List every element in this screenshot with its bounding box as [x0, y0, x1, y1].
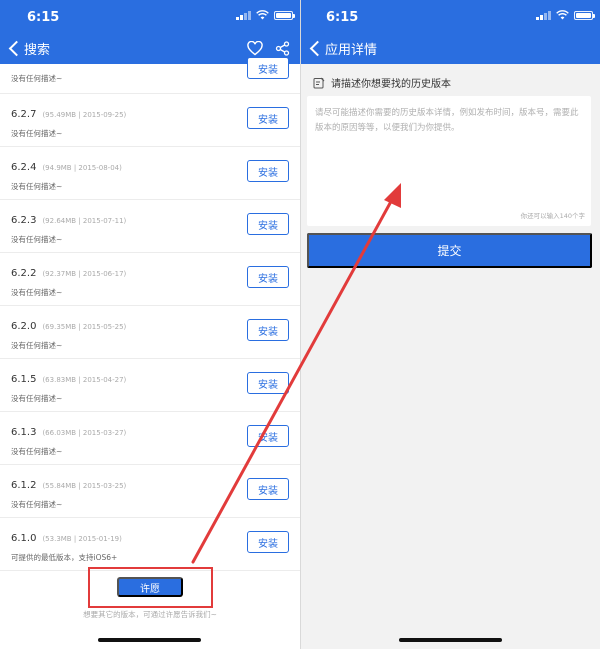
install-button[interactable]: 安装	[247, 478, 289, 500]
version-meta: (63.83MB | 2015-04-27)	[42, 376, 127, 384]
version-line: 6.1.5 (63.83MB | 2015-04-27)	[11, 374, 126, 385]
version-meta: (66.03MB | 2015-03-27)	[42, 429, 127, 437]
edit-note-icon	[313, 77, 325, 88]
status-icons	[536, 10, 595, 20]
nav-back-label[interactable]: 应用详情	[325, 39, 377, 58]
version-line: 6.1.3 (66.03MB | 2015-03-27)	[11, 427, 126, 438]
version-desc: 没有任何描述~	[11, 500, 63, 509]
version-list-screen: 6:15 搜索 没有任何描述~ 安装 6.2.7 (95.49MB | 2015-…	[0, 0, 300, 649]
version-row: 6.1.2 (55.84MB | 2015-03-25) 没有任何描述~ 安装	[0, 465, 300, 518]
footer-hint: 想要其它的版本，可通过许愿告诉我们~	[83, 610, 217, 619]
version-line: 6.2.7 (95.49MB | 2015-09-25)	[11, 109, 126, 120]
nav-bar: 应用详情	[301, 36, 600, 60]
wifi-icon	[256, 10, 269, 20]
version-line: 6.2.4 (94.9MB | 2015-08-04)	[11, 162, 122, 173]
back-chevron-icon[interactable]	[307, 40, 323, 56]
describe-label: 请描述你想要找的历史版本	[331, 79, 451, 90]
install-button[interactable]: 安装	[247, 319, 289, 341]
textarea-placeholder: 请尽可能描述你需要的历史版本详情，例如发布时间，版本号，需要此版本的原因等等，以…	[315, 108, 579, 133]
wish-button[interactable]: 许愿	[117, 577, 183, 597]
status-time: 6:15	[27, 10, 60, 25]
version-number: 6.2.4	[11, 162, 37, 173]
home-indicator	[399, 638, 502, 642]
back-chevron-icon[interactable]	[6, 40, 22, 56]
heart-icon[interactable]	[247, 40, 263, 56]
wifi-icon	[556, 10, 569, 20]
version-meta: (92.64MB | 2015-07-11)	[42, 217, 127, 225]
version-desc: 没有任何描述~	[11, 394, 63, 403]
version-line: 6.1.0 (53.3MB | 2015-01-19)	[11, 533, 122, 544]
version-desc: 没有任何描述~	[11, 447, 63, 456]
signal-icon	[236, 10, 251, 20]
describe-label-row: 请描述你想要找的历史版本	[313, 75, 451, 90]
description-textarea[interactable]: 请尽可能描述你需要的历史版本详情，例如发布时间，版本号，需要此版本的原因等等，以…	[307, 96, 591, 226]
version-number: 6.2.7	[11, 109, 37, 120]
share-icon[interactable]	[275, 40, 290, 56]
version-meta: (94.9MB | 2015-08-04)	[42, 164, 122, 172]
version-meta: (53.3MB | 2015-01-19)	[42, 535, 122, 543]
version-row: 6.2.7 (95.49MB | 2015-09-25) 没有任何描述~ 安装	[0, 94, 300, 147]
submit-button[interactable]: 提交	[307, 233, 592, 268]
version-list: 没有任何描述~ 安装 6.2.7 (95.49MB | 2015-09-25) 没有…	[0, 57, 300, 571]
top-bar: 6:15 搜索	[0, 0, 300, 64]
wish-form-screen: 6:15 应用详情 请描述你想要找的历史版本 请尽可能描述你需要的历史版本详情，…	[301, 0, 600, 649]
version-number: 6.1.2	[11, 480, 37, 491]
version-desc: 没有任何描述~	[11, 235, 63, 244]
version-row: 6.2.4 (94.9MB | 2015-08-04) 没有任何描述~ 安装	[0, 147, 300, 200]
version-desc: 没有任何描述~	[11, 341, 63, 350]
status-time: 6:15	[326, 10, 359, 25]
install-button[interactable]: 安装	[247, 213, 289, 235]
version-desc: 没有任何描述~	[11, 129, 63, 138]
battery-icon	[574, 10, 595, 20]
battery-icon	[274, 10, 295, 20]
version-number: 6.2.2	[11, 268, 37, 279]
install-button[interactable]: 安装	[247, 160, 289, 182]
version-desc: 没有任何描述~	[11, 288, 63, 297]
version-number: 6.1.5	[11, 374, 37, 385]
nav-back-label[interactable]: 搜索	[24, 39, 50, 58]
version-row: 6.1.3 (66.03MB | 2015-03-27) 没有任何描述~ 安装	[0, 412, 300, 465]
version-row-partial: 没有任何描述~ 安装	[0, 57, 300, 94]
install-button[interactable]: 安装	[247, 266, 289, 288]
version-line: 6.1.2 (55.84MB | 2015-03-25)	[11, 480, 126, 491]
version-line: 6.2.3 (92.64MB | 2015-07-11)	[11, 215, 126, 226]
version-row: 6.2.3 (92.64MB | 2015-07-11) 没有任何描述~ 安装	[0, 200, 300, 253]
version-line: 6.2.0 (69.35MB | 2015-05-25)	[11, 321, 126, 332]
version-line: 6.2.2 (92.37MB | 2015-06-17)	[11, 268, 126, 279]
signal-icon	[536, 10, 551, 20]
install-button[interactable]: 安装	[247, 531, 289, 553]
status-icons	[236, 10, 295, 20]
version-meta: (92.37MB | 2015-06-17)	[42, 270, 127, 278]
top-bar: 6:15 应用详情	[301, 0, 600, 64]
version-meta: (55.84MB | 2015-03-25)	[42, 482, 127, 490]
version-desc: 可提供的最低版本，支持iOS6+	[11, 553, 118, 562]
install-button[interactable]: 安装	[247, 107, 289, 129]
version-desc: 没有任何描述~	[11, 74, 63, 83]
home-indicator	[98, 638, 201, 642]
version-desc: 没有任何描述~	[11, 182, 63, 191]
version-number: 6.2.3	[11, 215, 37, 226]
version-number: 6.1.3	[11, 427, 37, 438]
version-number: 6.1.0	[11, 533, 37, 544]
install-button[interactable]: 安装	[247, 372, 289, 394]
version-number: 6.2.0	[11, 321, 37, 332]
version-row: 6.2.0 (69.35MB | 2015-05-25) 没有任何描述~ 安装	[0, 306, 300, 359]
version-row: 6.1.0 (53.3MB | 2015-01-19) 可提供的最低版本，支持iOS…	[0, 518, 300, 571]
version-row: 6.1.5 (63.83MB | 2015-04-27) 没有任何描述~ 安装	[0, 359, 300, 412]
install-button[interactable]: 安装	[247, 57, 289, 79]
install-button[interactable]: 安装	[247, 425, 289, 447]
version-row: 6.2.2 (92.37MB | 2015-06-17) 没有任何描述~ 安装	[0, 253, 300, 306]
char-counter: 你还可以输入140个字	[520, 212, 585, 220]
version-meta: (95.49MB | 2015-09-25)	[42, 111, 127, 119]
version-meta: (69.35MB | 2015-05-25)	[42, 323, 127, 331]
